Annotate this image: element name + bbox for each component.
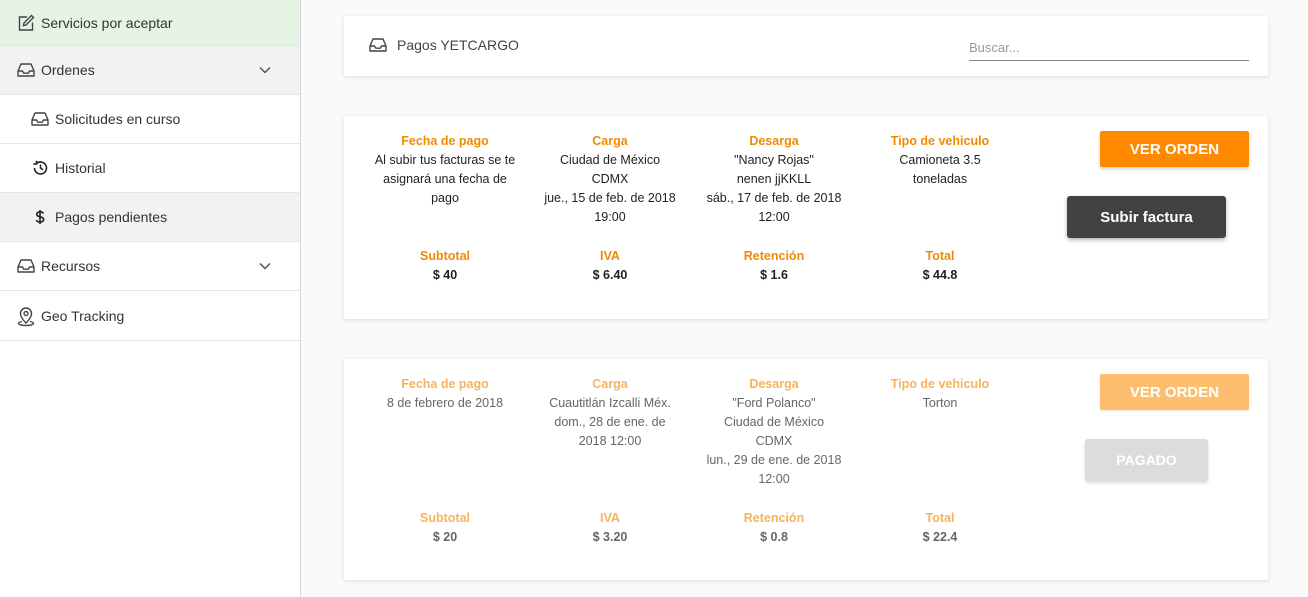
- sidebar-item-label: Solicitudes en curso: [55, 111, 181, 127]
- history-icon: [30, 158, 50, 178]
- field-value: $ 40: [432, 268, 458, 282]
- sidebar-item-recursos[interactable]: Recursos: [0, 242, 300, 291]
- field-value: Cuautitlán Izcalli Méx. dom., 28 de ene.…: [549, 396, 671, 448]
- field-value: $ 44.8: [922, 268, 958, 282]
- carga-field: Carga Ciudad de México CDMX jue., 15 de …: [535, 132, 685, 227]
- sidebar-item-solicitudes[interactable]: Solicitudes en curso: [0, 95, 300, 144]
- tipo-vehiculo-field: Tipo de vehiculo Torton: [865, 375, 1015, 413]
- field-label: Retención: [743, 249, 805, 263]
- chevron-down-icon[interactable]: [258, 259, 272, 273]
- sidebar: Servicios por aceptar Ordenes Solicitude…: [0, 0, 301, 597]
- sidebar-item-geo-tracking[interactable]: Geo Tracking: [0, 291, 300, 341]
- fecha-pago-field: Fecha de pago 8 de febrero de 2018: [370, 375, 520, 413]
- sidebar-item-label: Pagos pendientes: [55, 209, 168, 225]
- field-value: 8 de febrero de 2018: [386, 396, 504, 410]
- subtotal-field: Subtotal $ 40: [370, 247, 520, 285]
- sidebar-item-label: Historial: [55, 160, 106, 176]
- field-label: Total: [925, 249, 955, 263]
- ver-orden-button[interactable]: VER ORDEN: [1100, 374, 1249, 410]
- order-card: Fecha de pago Al subir tus facturas se t…: [344, 116, 1268, 319]
- field-label: Fecha de pago: [401, 377, 489, 391]
- field-label: Subtotal: [420, 249, 470, 263]
- iva-field: IVA $ 6.40: [535, 247, 685, 285]
- field-label: Desarga: [749, 134, 799, 148]
- field-value: "Ford Polanco" Ciudad de México CDMX lun…: [706, 396, 842, 486]
- tipo-vehiculo-field: Tipo de vehiculo Camioneta 3.5 toneladas: [865, 132, 1015, 189]
- payments-header-card: Pagos YETCARGO: [344, 16, 1268, 76]
- sidebar-item-pagos-pendientes[interactable]: Pagos pendientes: [0, 193, 300, 242]
- desarga-field: Desarga "Ford Polanco" Ciudad de México …: [699, 375, 849, 489]
- field-label: Retención: [743, 511, 805, 525]
- search-input[interactable]: [969, 34, 1249, 61]
- page-title-text: Pagos YETCARGO: [397, 37, 519, 53]
- inbox-icon: [16, 60, 36, 80]
- desarga-field: Desarga "Nancy Rojas" nenen jjKKLL sáb.,…: [699, 132, 849, 227]
- sidebar-item-label: Recursos: [41, 258, 101, 274]
- chevron-down-icon[interactable]: [258, 63, 272, 77]
- sidebar-item-label: Servicios por aceptar: [41, 14, 173, 31]
- sidebar-item-ordenes[interactable]: Ordenes: [0, 46, 300, 95]
- inbox-icon: [368, 35, 388, 55]
- field-value: $ 3.20: [592, 530, 628, 544]
- field-label: Total: [925, 511, 955, 525]
- retencion-field: Retención $ 0.8: [699, 509, 849, 547]
- field-value: Torton: [922, 396, 958, 410]
- pagado-button[interactable]: PAGADO: [1085, 439, 1208, 481]
- location-pin-icon: [16, 306, 36, 326]
- field-value: "Nancy Rojas" nenen jjKKLL sáb., 17 de f…: [706, 153, 842, 224]
- field-label: Desarga: [749, 377, 799, 391]
- retencion-field: Retención $ 1.6: [699, 247, 849, 285]
- total-field: Total $ 22.4: [865, 509, 1015, 547]
- carga-field: Carga Cuautitlán Izcalli Méx. dom., 28 d…: [535, 375, 685, 451]
- field-label: IVA: [600, 249, 620, 263]
- field-value: Camioneta 3.5 toneladas: [899, 153, 981, 186]
- sidebar-item-label: Geo Tracking: [41, 307, 125, 324]
- field-value: Al subir tus facturas se te asignará una…: [374, 153, 516, 205]
- field-value: $ 20: [432, 530, 458, 544]
- field-label: Carga: [592, 377, 628, 391]
- field-value: $ 6.40: [592, 268, 628, 282]
- inbox-icon: [16, 256, 36, 276]
- sidebar-item-historial[interactable]: Historial: [0, 144, 300, 193]
- field-label: Tipo de vehiculo: [890, 377, 990, 391]
- dollar-icon: [30, 207, 50, 227]
- field-value: $ 1.6: [760, 268, 788, 282]
- edit-icon: [16, 13, 36, 33]
- field-value: $ 22.4: [922, 530, 958, 544]
- sidebar-item-label: Ordenes: [41, 62, 95, 78]
- field-label: Subtotal: [420, 511, 470, 525]
- field-value: $ 0.8: [760, 530, 788, 544]
- iva-field: IVA $ 3.20: [535, 509, 685, 547]
- ver-orden-button[interactable]: VER ORDEN: [1100, 131, 1249, 167]
- field-label: Fecha de pago: [401, 134, 489, 148]
- fecha-pago-field: Fecha de pago Al subir tus facturas se t…: [370, 132, 520, 208]
- page-title: Pagos YETCARGO: [368, 35, 519, 55]
- field-label: IVA: [600, 511, 620, 525]
- sidebar-item-servicios[interactable]: Servicios por aceptar: [0, 0, 300, 46]
- inbox-icon: [30, 109, 50, 129]
- total-field: Total $ 44.8: [865, 247, 1015, 285]
- subir-factura-button[interactable]: Subir factura: [1067, 196, 1226, 238]
- field-label: Carga: [592, 134, 628, 148]
- field-label: Tipo de vehiculo: [890, 134, 990, 148]
- field-value: Ciudad de México CDMX jue., 15 de feb. d…: [544, 153, 676, 224]
- order-card: Fecha de pago 8 de febrero de 2018 Carga…: [344, 359, 1268, 580]
- subtotal-field: Subtotal $ 20: [370, 509, 520, 547]
